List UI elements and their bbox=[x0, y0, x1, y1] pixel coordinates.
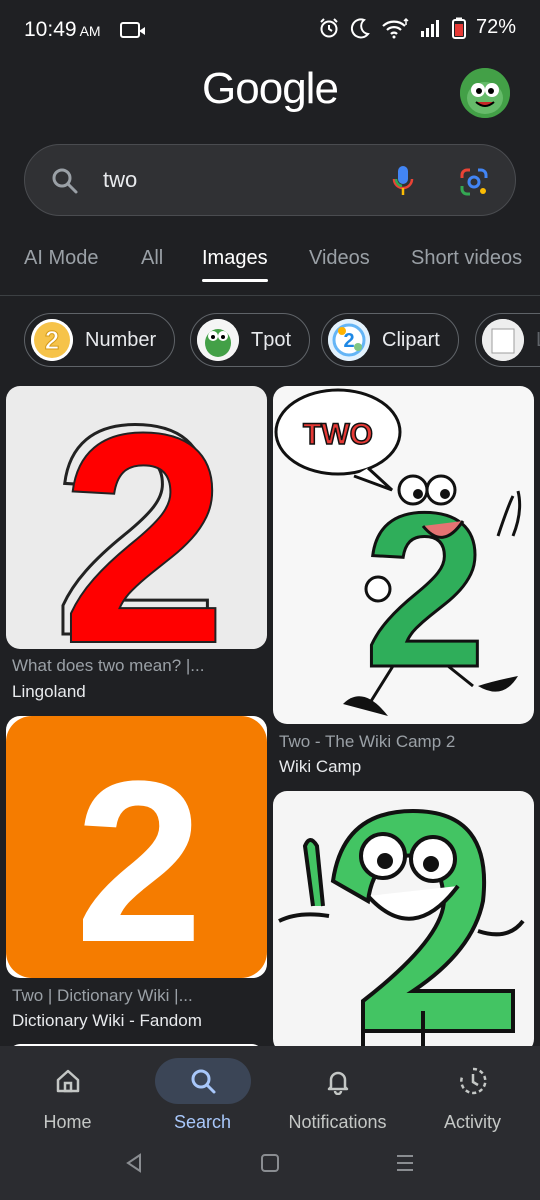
search-query[interactable]: two bbox=[103, 167, 137, 193]
chip-thumbnail: 2 bbox=[31, 319, 73, 361]
chip-label: Number bbox=[85, 328, 157, 351]
svg-text:TWO: TWO bbox=[303, 418, 373, 451]
nav-activity-pill bbox=[425, 1058, 521, 1104]
refinement-chips: 2 Number Tpot 2 Clipart L bbox=[24, 313, 540, 369]
search-tabs: AI Mode All Images Videos Short videos bbox=[0, 240, 540, 296]
tab-ai-mode[interactable]: AI Mode bbox=[24, 247, 98, 270]
result-caption[interactable]: What does two mean? |... bbox=[12, 656, 204, 676]
system-navigation-bar bbox=[0, 1140, 540, 1190]
screen-record-icon bbox=[120, 22, 145, 38]
green-two-character-image bbox=[278, 808, 525, 1051]
nav-label: Notifications bbox=[288, 1112, 387, 1132]
chip-label: Tpot bbox=[251, 328, 292, 351]
nav-label: Activity bbox=[443, 1112, 501, 1132]
tab-videos[interactable]: Videos bbox=[309, 247, 370, 270]
nav-home-pill bbox=[20, 1058, 116, 1104]
home-button-icon[interactable] bbox=[260, 1152, 280, 1179]
chip-label: Clipart bbox=[382, 328, 440, 351]
white-two-image: 2 bbox=[75, 733, 203, 978]
avatar-image bbox=[460, 68, 510, 118]
status-time: 10:49 AM bbox=[24, 18, 101, 41]
svg-text:2: 2 bbox=[343, 330, 354, 352]
tab-all[interactable]: All bbox=[141, 247, 163, 270]
status-icons: 72% bbox=[318, 16, 516, 39]
bell-icon bbox=[327, 1071, 348, 1095]
chip-label: L bbox=[536, 329, 540, 352]
result-image-green-two[interactable] bbox=[273, 791, 534, 1053]
account-avatar[interactable] bbox=[460, 68, 510, 118]
result-caption[interactable]: Two - The Wiki Camp 2 bbox=[279, 732, 455, 752]
microphone-icon[interactable] bbox=[391, 165, 415, 197]
tab-short-videos[interactable]: Short videos bbox=[411, 247, 522, 270]
recents-icon[interactable] bbox=[395, 1152, 415, 1179]
nav-notifications[interactable]: Notifications bbox=[270, 1046, 405, 1133]
nav-label: Search bbox=[173, 1112, 232, 1132]
search-icon bbox=[191, 1069, 215, 1094]
cartoon-two-image: TWO 2 bbox=[274, 388, 522, 716]
chip-tpot[interactable]: Tpot bbox=[190, 313, 311, 367]
svg-text:2: 2 bbox=[61, 386, 228, 649]
search-icon bbox=[52, 168, 78, 194]
chip-thumbnail: 2 bbox=[328, 319, 370, 361]
svg-text:2: 2 bbox=[45, 325, 59, 355]
result-source[interactable]: Wiki Camp bbox=[279, 757, 361, 777]
tab-images[interactable]: Images bbox=[202, 247, 268, 282]
search-box[interactable]: two bbox=[24, 144, 516, 216]
nav-label: Home bbox=[43, 1112, 92, 1132]
chip-more[interactable]: L bbox=[475, 313, 540, 367]
chip-number[interactable]: 2 Number bbox=[24, 313, 176, 367]
nav-search-pill bbox=[154, 1058, 251, 1104]
result-source[interactable]: Dictionary Wiki - Fandom bbox=[12, 1011, 202, 1031]
nav-search[interactable]: Search bbox=[135, 1046, 270, 1133]
home-icon bbox=[56, 1069, 79, 1093]
back-icon[interactable] bbox=[124, 1152, 144, 1179]
alarm-icon bbox=[320, 17, 338, 37]
battery-icon bbox=[451, 17, 466, 39]
google-lens-icon[interactable] bbox=[459, 167, 489, 197]
do-not-disturb-moon-icon bbox=[350, 17, 370, 38]
nav-notifications-pill bbox=[290, 1058, 386, 1104]
wifi-icon bbox=[382, 17, 409, 38]
signal-icon bbox=[420, 19, 439, 37]
chip-clipart[interactable]: 2 Clipart bbox=[321, 313, 459, 367]
red-two-image: 2 2 bbox=[51, 386, 228, 649]
status-bar: 10:49 AM 72% bbox=[0, 0, 540, 62]
nav-home[interactable]: Home bbox=[0, 1046, 135, 1133]
activity-icon bbox=[459, 1067, 487, 1095]
chip-thumbnail bbox=[197, 319, 239, 361]
result-source[interactable]: Lingoland bbox=[12, 682, 86, 702]
battery-percent: 72% bbox=[475, 16, 516, 38]
result-image-lingoland[interactable]: 2 2 bbox=[6, 386, 267, 649]
chip-thumbnail bbox=[482, 319, 524, 361]
nav-activity[interactable]: Activity bbox=[405, 1046, 540, 1133]
result-image-wiki-camp[interactable]: TWO 2 bbox=[273, 386, 534, 724]
google-logo[interactable]: Google bbox=[0, 64, 540, 114]
svg-text:2: 2 bbox=[75, 733, 203, 978]
result-image-dictionary-wiki[interactable]: 2 bbox=[6, 716, 267, 978]
result-caption[interactable]: Two | Dictionary Wiki |... bbox=[12, 986, 193, 1006]
